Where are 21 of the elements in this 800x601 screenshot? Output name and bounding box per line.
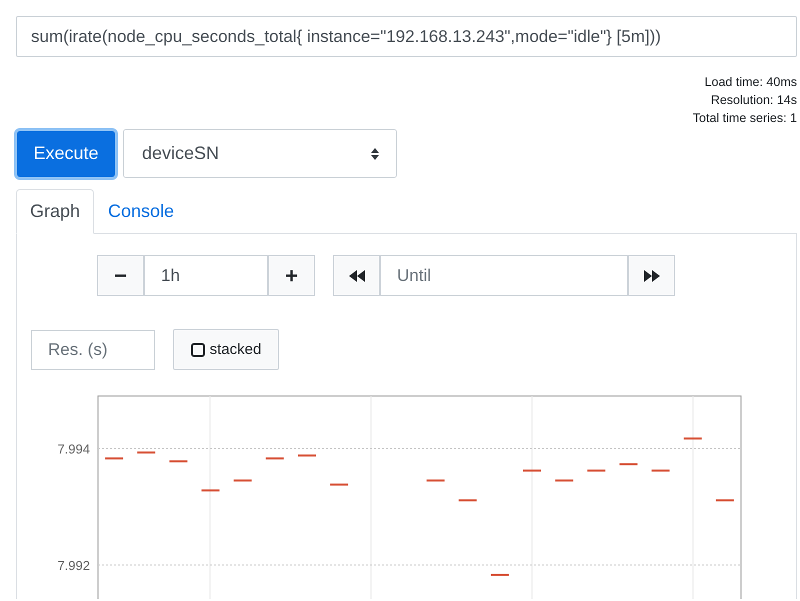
double-right-arrow-icon	[644, 270, 660, 282]
forward-button[interactable]	[628, 255, 675, 296]
metric-select[interactable]: deviceSN	[123, 129, 397, 178]
range-field[interactable]: 1h	[144, 255, 268, 296]
decrease-button[interactable]: −	[97, 255, 144, 296]
execute-button[interactable]: Execute	[17, 130, 115, 176]
stat-text: Load time: 40ms	[704, 74, 797, 91]
double-left-arrow-icon	[348, 270, 364, 282]
query-field[interactable]: sum(irate(node_cpu_seconds_total{ instance="192.168.13.243",mode="idle"} [5m]))	[16, 16, 797, 57]
rewind-button[interactable]	[333, 255, 380, 296]
stacked-button[interactable]: stacked	[173, 329, 279, 370]
resolution-field[interactable]: Res. (s)	[31, 330, 155, 370]
until-field[interactable]: Until	[380, 255, 628, 296]
stat-text: Resolution: 14s	[710, 92, 797, 109]
y-tick-label: 7.994	[57, 441, 90, 456]
stat-text: Total time series: 1	[692, 110, 797, 127]
y-tick-label: 7.992	[57, 558, 90, 574]
sort-caret-icon	[370, 146, 380, 160]
increase-button[interactable]: +	[268, 255, 315, 296]
tab[interactable]: Graph	[16, 189, 94, 234]
tab[interactable]: Console	[94, 189, 188, 234]
